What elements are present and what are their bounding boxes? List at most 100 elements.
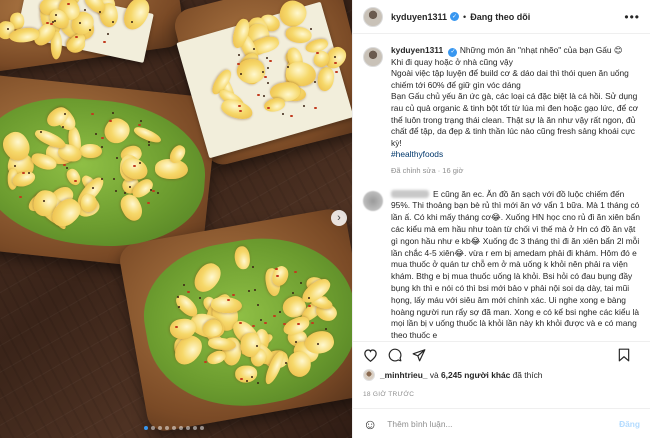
avatar[interactable] — [363, 6, 383, 27]
pepper-flake — [174, 325, 178, 328]
pepper-flake — [88, 29, 91, 32]
caption-paragraph-2: Bạn Gấu chủ yếu ăn ức gà, các loại cá đặ… — [391, 91, 639, 148]
pepper-flake — [64, 112, 67, 115]
pepper-flake — [310, 321, 314, 324]
pepper-flake — [65, 166, 68, 169]
pepper-flake — [227, 298, 231, 301]
pepper-flake — [257, 381, 260, 384]
caption-line-1: Những món ăn "nhạt nhẽo" của bạn Gấu 😊 — [459, 45, 623, 55]
caption-avatar[interactable] — [363, 47, 383, 67]
comment-text: E cũng ăn ec. Ăn đồ ăn sạch với đồ luộc … — [391, 188, 640, 341]
pepper-flake — [101, 136, 105, 139]
pepper-flake — [45, 22, 49, 25]
pepper-flake — [21, 172, 25, 175]
carousel-dot — [158, 426, 162, 430]
action-bar — [353, 341, 650, 367]
pepper-flake — [238, 110, 242, 113]
post-comment-button[interactable]: Đăng — [619, 419, 640, 429]
pepper-flake — [237, 104, 241, 107]
caption-line-2: Khi đi quay hoặc ở nhà cũng vậy — [391, 56, 513, 67]
verified-badge-icon: ✓ — [450, 12, 460, 21]
caption-username[interactable]: kyduyen1311 — [391, 45, 443, 55]
pepper-flake — [7, 27, 10, 30]
pepper-flake — [61, 125, 64, 128]
pepper-flake — [239, 377, 243, 380]
pepper-flake — [74, 36, 78, 39]
next-photo-button[interactable]: › — [331, 210, 347, 226]
post-photo[interactable]: › — [0, 0, 352, 438]
pepper-flake — [123, 191, 126, 194]
pepper-flake — [100, 145, 103, 148]
pepper-flake — [157, 191, 160, 194]
carousel-dot — [151, 426, 155, 430]
pepper-flake — [94, 132, 97, 135]
likes-liked-text: đã thích — [512, 370, 543, 380]
blurred-commenter-name[interactable] — [391, 190, 429, 199]
pepper-flake — [111, 20, 114, 23]
pepper-flake — [287, 65, 290, 68]
heart-icon[interactable] — [363, 348, 378, 362]
pepper-flake — [128, 185, 131, 188]
pepper-flake — [115, 156, 118, 159]
pepper-flake — [268, 60, 272, 62]
pepper-flake — [266, 107, 270, 110]
pepper-flake — [274, 267, 278, 270]
carousel-dot — [200, 426, 204, 430]
pepper-flake — [103, 40, 107, 43]
pepper-flake — [138, 162, 141, 165]
likes-others-link[interactable]: 6,245 người khác — [441, 370, 510, 380]
carousel-dot — [193, 426, 197, 430]
comment-icon[interactable] — [388, 348, 402, 362]
post-side-panel: kyduyen1311 ✓ • Đang theo dõi ••• kyduye… — [352, 0, 650, 438]
carousel-dot — [144, 426, 148, 430]
pepper-flake — [114, 190, 117, 193]
emoji-icon[interactable]: ☺ — [363, 416, 377, 432]
pepper-flake — [252, 265, 255, 268]
more-options-icon[interactable]: ••• — [624, 10, 640, 24]
pepper-flake — [335, 71, 339, 74]
pepper-flake — [278, 310, 281, 313]
pepper-flake — [289, 114, 293, 117]
following-button[interactable]: Đang theo dõi — [470, 12, 530, 22]
post-timestamp: 18 GIỜ TRƯỚC — [363, 391, 415, 398]
bookmark-icon[interactable] — [618, 348, 630, 362]
pepper-flake — [282, 322, 286, 325]
carousel-dot — [186, 426, 190, 430]
carousel-dot — [179, 426, 183, 430]
liker-username[interactable]: _minhtrieu_ — [380, 370, 427, 380]
liker-avatar[interactable] — [363, 369, 375, 381]
pepper-flake — [291, 291, 294, 294]
add-comment-input[interactable]: Thêm bình luận... — [387, 419, 452, 429]
pepper-flake — [256, 303, 259, 306]
likes-and-text: và — [429, 370, 439, 380]
post-header: kyduyen1311 ✓ • Đang theo dõi ••• — [353, 0, 650, 34]
pepper-flake — [273, 314, 277, 317]
carousel-dot — [172, 426, 176, 430]
pepper-flake — [67, 2, 71, 5]
pepper-flake — [237, 62, 241, 65]
pepper-flake — [315, 51, 319, 54]
caption-paragraph-1: Ngoài việc tập luyện để build cơ & dáo d… — [391, 68, 629, 90]
comment-body: E cũng ăn ec. Ăn đồ ăn sạch với đồ luộc … — [391, 189, 640, 341]
likes-summary: _minhtrieu_ và 6,245 người khác đã thích — [363, 369, 542, 381]
pepper-flake — [73, 180, 77, 183]
carousel-dot — [165, 426, 169, 430]
blurred-commenter-avatar[interactable] — [363, 190, 383, 211]
pepper-flake — [266, 66, 269, 69]
separator-dot: • — [463, 11, 467, 22]
pepper-flake — [296, 322, 300, 325]
pepper-flake — [310, 27, 313, 30]
pepper-flake — [91, 112, 95, 115]
pepper-flake — [324, 328, 327, 331]
hashtag-link[interactable]: #healthyfoods — [391, 149, 640, 161]
share-icon[interactable] — [412, 348, 426, 362]
pepper-flake — [255, 345, 258, 348]
pepper-flake — [261, 70, 264, 73]
caption-body: kyduyen1311 ✓ Những món ăn "nhạt nhẽo" c… — [391, 45, 640, 177]
comments-list[interactable]: kyduyen1311 ✓ Những món ăn "nhạt nhẽo" c… — [353, 35, 650, 341]
scrambled-egg — [79, 143, 103, 159]
pepper-flake — [112, 111, 115, 114]
caption: kyduyen1311 ✓ Những món ăn "nhạt nhẽo" c… — [363, 45, 640, 177]
header-username[interactable]: kyduyen1311 — [391, 12, 447, 22]
pepper-flake — [198, 296, 201, 299]
